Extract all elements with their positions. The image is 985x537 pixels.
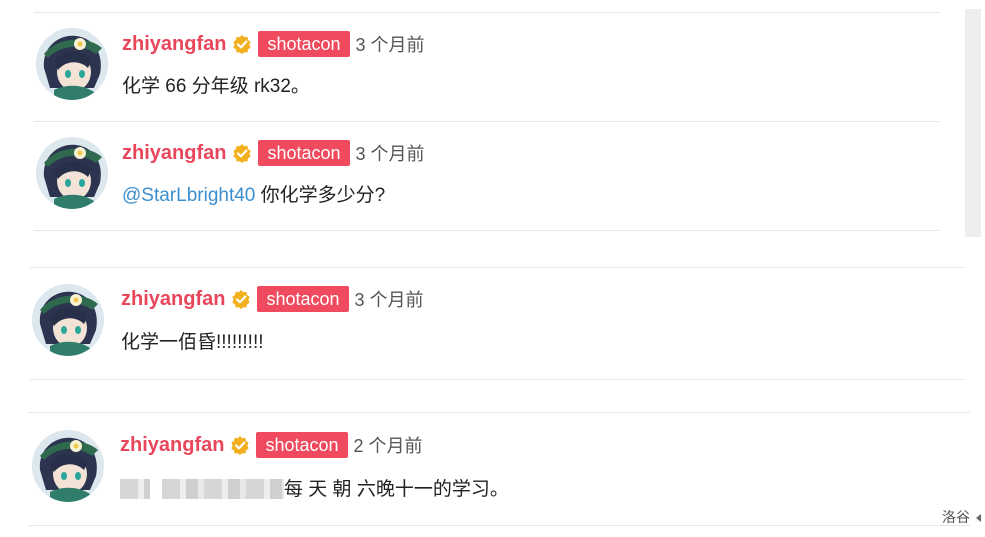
comment-text: 每 天 朝 六晚十一的学习。	[120, 474, 509, 501]
footer-label: 洛谷	[942, 509, 970, 525]
username-link[interactable]: zhiyangfan	[121, 288, 225, 311]
timestamp: 3 个月前	[354, 290, 424, 310]
avatar[interactable]	[32, 430, 104, 502]
verified-check-icon	[230, 435, 250, 455]
separator-5	[28, 412, 970, 413]
username-link[interactable]: zhiyangfan	[122, 33, 226, 56]
redacted-text	[120, 478, 150, 499]
footer-logo[interactable]: 洛谷	[942, 507, 981, 527]
comment-text: 化学一佰昏!!!!!!!!!	[121, 327, 264, 354]
avatar[interactable]	[36, 137, 108, 209]
reply-scrollbar[interactable]	[965, 9, 981, 237]
user-tag-badge[interactable]: shotacon	[256, 432, 348, 458]
avatar[interactable]	[32, 284, 104, 356]
avatar-image	[32, 430, 104, 502]
avatar-image	[32, 284, 104, 356]
verified-check-icon	[231, 289, 251, 309]
avatar-image	[36, 28, 108, 100]
user-tag-badge[interactable]: shotacon	[258, 140, 350, 166]
comment-text: 化学 66 分年级 rk32。	[122, 71, 310, 98]
comment-body: 你化学多少分?	[255, 185, 386, 206]
separator-2	[34, 230, 940, 231]
separator-6	[28, 525, 970, 526]
mention-link[interactable]: @StarLbright40	[122, 185, 255, 206]
redacted-text	[162, 478, 284, 499]
comment-body: 化学 66 分年级 rk32。	[122, 76, 310, 97]
comment-body: 每 天 朝 六晚十一的学习。	[284, 479, 509, 500]
timestamp: 2 个月前	[353, 436, 423, 456]
separator-4	[30, 379, 965, 380]
avatar-image	[36, 137, 108, 209]
caret-left-icon[interactable]	[976, 514, 981, 523]
avatar[interactable]	[36, 28, 108, 100]
separator-top	[34, 12, 940, 13]
user-tag-badge[interactable]: shotacon	[258, 31, 350, 57]
separator-1	[34, 121, 940, 122]
verified-check-icon	[232, 34, 252, 54]
username-link[interactable]: zhiyangfan	[120, 434, 224, 457]
user-tag-badge[interactable]: shotacon	[257, 286, 349, 312]
timestamp: 3 个月前	[355, 144, 425, 164]
timestamp: 3 个月前	[355, 35, 425, 55]
separator-3	[30, 267, 965, 268]
comment-body: 化学一佰昏!!!!!!!!!	[121, 332, 264, 353]
comment-text: @StarLbright40 你化学多少分?	[122, 180, 385, 207]
verified-check-icon	[232, 143, 252, 163]
username-link[interactable]: zhiyangfan	[122, 142, 226, 165]
